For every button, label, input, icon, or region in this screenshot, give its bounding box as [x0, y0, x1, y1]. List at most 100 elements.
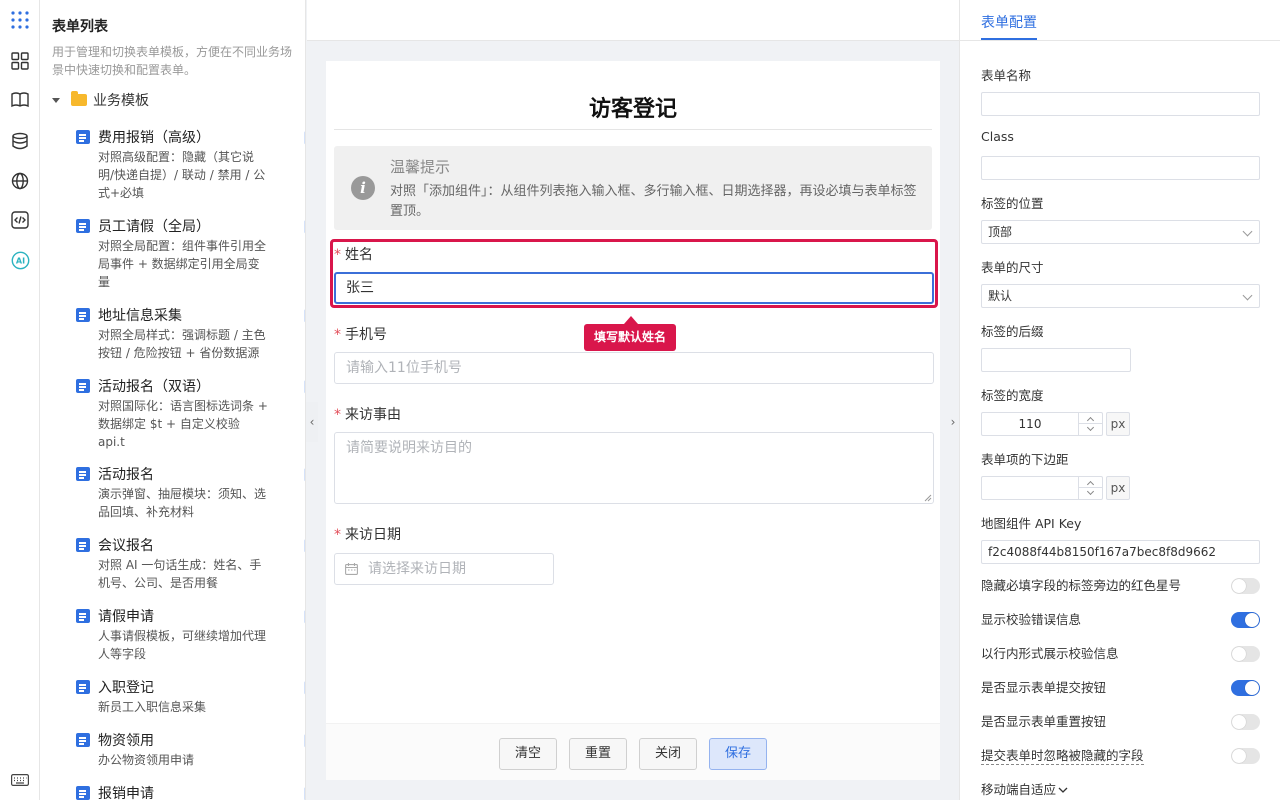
- form-title: 访客登记: [588, 97, 677, 122]
- template-description: 对照国际化：语言图标选词条 + 数据绑定 $t + 自定义校验 api.t: [98, 399, 268, 449]
- edit-icon[interactable]: [304, 679, 306, 696]
- inline-message-switch[interactable]: [1231, 646, 1260, 662]
- show-reset-switch[interactable]: [1231, 714, 1260, 730]
- folder-label: 业务模板: [93, 93, 149, 109]
- class-label: Class: [981, 129, 1014, 144]
- form-item-date: * 来访日期 请选择来访日期: [334, 524, 934, 594]
- config-panel: 表单配置 表单名称 Class 标签的位置 顶部 表单的尺寸 默认 标签的后缀 …: [959, 0, 1280, 800]
- edit-icon[interactable]: [304, 466, 306, 483]
- template-name: 活动报名（双语）: [98, 379, 210, 395]
- collapse-sidebar-button[interactable]: ‹: [306, 402, 318, 442]
- template-name: 会议报名: [98, 538, 154, 554]
- ai-icon[interactable]: AI: [10, 250, 30, 270]
- name-input[interactable]: 张三: [334, 272, 934, 304]
- ignore-hidden-switch[interactable]: [1231, 748, 1260, 764]
- chevron-right-icon: ›: [950, 415, 956, 429]
- sidebar-title: 表单列表: [52, 19, 108, 35]
- tab-underline: [981, 38, 1037, 40]
- edit-icon[interactable]: [304, 537, 306, 554]
- template-name: 活动报名: [98, 467, 154, 483]
- reset-button[interactable]: 重置: [569, 738, 627, 770]
- code-icon[interactable]: [10, 210, 30, 230]
- book-icon[interactable]: [10, 90, 30, 110]
- caret-down-icon: [52, 97, 60, 103]
- reason-textarea[interactable]: 请简要说明来访目的: [334, 432, 934, 504]
- collapse-config-button[interactable]: ›: [946, 402, 960, 442]
- document-icon: [76, 733, 90, 747]
- document-icon: [76, 538, 90, 552]
- label-position-select[interactable]: 顶部: [981, 220, 1260, 244]
- date-placeholder: 请选择来访日期: [368, 561, 466, 577]
- folder-icon: [71, 91, 87, 106]
- chevron-left-icon: ‹: [309, 415, 315, 429]
- folder-business-templates[interactable]: 业务模板: [52, 90, 149, 110]
- template-name: 请假申请: [98, 609, 154, 625]
- form-size-value: 默认: [988, 289, 1013, 303]
- label-width-stepper[interactable]: 110: [981, 412, 1103, 436]
- label-position-value: 顶部: [988, 225, 1013, 239]
- mobile-adapt-toggle[interactable]: 移动端自适应: [981, 779, 1068, 798]
- form-canvas: 访客登记 i 温馨提示 对照「添加组件」：从组件列表拖入输入框、多行输入框、日期…: [326, 61, 940, 780]
- keyboard-icon[interactable]: [10, 770, 30, 790]
- document-icon: [76, 130, 90, 144]
- clear-button[interactable]: 清空: [499, 738, 557, 770]
- document-icon: [76, 219, 90, 233]
- edit-icon[interactable]: [304, 785, 306, 800]
- item-margin-unit: px: [1106, 476, 1130, 500]
- field-label: * 姓名: [334, 247, 373, 263]
- form-size-select[interactable]: 默认: [981, 284, 1260, 308]
- form-name-label: 表单名称: [981, 68, 1032, 83]
- field-label: * 来访事由: [334, 407, 401, 423]
- close-button[interactable]: 关闭: [639, 738, 697, 770]
- document-icon: [76, 467, 90, 481]
- required-asterisk: *: [334, 407, 341, 423]
- switch-label: 提交表单时忽略被隐藏的字段: [981, 745, 1144, 765]
- template-name: 费用报销（高级）: [98, 130, 210, 146]
- stepper-arrows-icon[interactable]: [1078, 477, 1102, 499]
- label-suffix-input[interactable]: [981, 348, 1131, 372]
- edit-icon[interactable]: [304, 129, 306, 146]
- stepper-arrows-icon[interactable]: [1078, 413, 1102, 435]
- required-asterisk: *: [334, 527, 341, 543]
- edit-icon[interactable]: [304, 732, 306, 749]
- label-width-label: 标签的宽度: [981, 388, 1044, 403]
- required-asterisk: *: [334, 327, 341, 343]
- template-description: 对照全局样式：强调标题 / 主色按钮 / 危险按钮 + 省份数据源: [98, 328, 266, 360]
- apps-grid-icon[interactable]: [10, 10, 30, 30]
- label-width-value: 110: [1018, 417, 1042, 431]
- form-item-reason: * 来访事由 请简要说明来访目的: [334, 404, 934, 514]
- calendar-icon: [345, 563, 358, 575]
- document-icon: [76, 680, 90, 694]
- alert-title: 温馨提示: [390, 158, 451, 176]
- canvas-toolbar: [307, 0, 959, 41]
- edit-icon[interactable]: [304, 378, 306, 395]
- edit-icon[interactable]: [304, 307, 306, 324]
- switch-label: 隐藏必填字段的标签旁边的红色星号: [981, 578, 1182, 593]
- resize-handle-icon[interactable]: [924, 494, 932, 502]
- switch-label: 是否显示表单重置按钮: [981, 714, 1107, 729]
- hide-asterisk-switch[interactable]: [1231, 578, 1260, 594]
- database-icon[interactable]: [10, 131, 30, 151]
- save-button[interactable]: 保存: [709, 738, 767, 770]
- map-key-input[interactable]: f2c4088f44b8150f167a7bec8f8d9662: [981, 540, 1260, 564]
- form-name-input[interactable]: [981, 92, 1260, 116]
- components-icon[interactable]: [10, 51, 30, 71]
- template-name: 报销申请: [98, 786, 154, 800]
- edit-icon[interactable]: [304, 218, 306, 235]
- class-input[interactable]: [981, 156, 1260, 180]
- phone-input[interactable]: 请输入11位手机号: [334, 352, 934, 384]
- label-width-unit: px: [1106, 412, 1130, 436]
- tab-form-config[interactable]: 表单配置: [981, 12, 1037, 32]
- template-description: 新员工入职信息采集: [98, 700, 207, 714]
- form-size-label: 表单的尺寸: [981, 260, 1044, 275]
- globe-icon[interactable]: [10, 171, 30, 191]
- item-margin-label: 表单项的下边距: [981, 452, 1069, 467]
- show-submit-switch[interactable]: [1231, 680, 1260, 696]
- date-picker[interactable]: 请选择来访日期: [334, 553, 554, 585]
- mobile-adapt-label: 移动端自适应: [981, 782, 1057, 797]
- item-margin-stepper[interactable]: [981, 476, 1103, 500]
- switch-label: 以行内形式展示校验信息: [981, 646, 1119, 661]
- template-name: 地址信息采集: [98, 308, 182, 324]
- show-error-switch[interactable]: [1231, 612, 1260, 628]
- edit-icon[interactable]: [304, 608, 306, 625]
